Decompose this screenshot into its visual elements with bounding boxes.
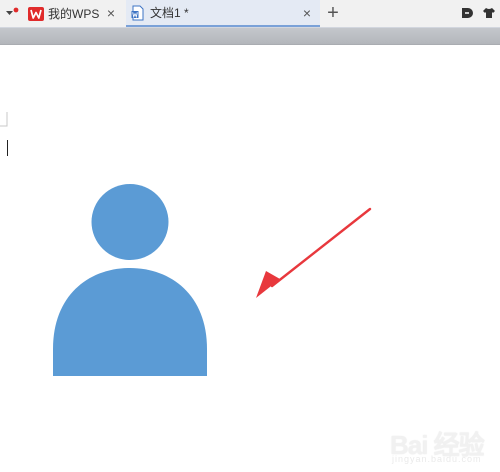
- close-icon[interactable]: ×: [300, 6, 314, 20]
- document-page[interactable]: Bai 经验 jingyan.baidu.com: [0, 45, 500, 472]
- watermark-subtext: jingyan.baidu.com: [392, 454, 482, 464]
- red-arrow-annotation: [256, 207, 372, 298]
- tab-my-wps[interactable]: 我的WPS ×: [24, 0, 124, 27]
- text-cursor: [7, 140, 8, 156]
- wps-logo-icon: [28, 6, 44, 21]
- sync-icon[interactable]: [460, 6, 474, 20]
- tab-label: 文档1 *: [150, 6, 189, 20]
- margin-corner-mark: [0, 112, 8, 127]
- tab-document-1[interactable]: 文档1 * ×: [126, 0, 320, 27]
- tab-label: 我的WPS: [48, 7, 100, 21]
- shirt-icon[interactable]: [482, 6, 496, 20]
- new-tab-button[interactable]: +: [322, 2, 344, 24]
- close-icon[interactable]: ×: [104, 6, 118, 20]
- tab-bar: 我的WPS × 文档1 * × +: [0, 0, 500, 28]
- menu-dot-icon[interactable]: [4, 6, 22, 20]
- baidu-watermark: Bai 经验 jingyan.baidu.com: [388, 425, 500, 472]
- person-shape[interactable]: [52, 184, 208, 377]
- toolbar-strip: [0, 28, 500, 45]
- document-icon: [131, 5, 144, 20]
